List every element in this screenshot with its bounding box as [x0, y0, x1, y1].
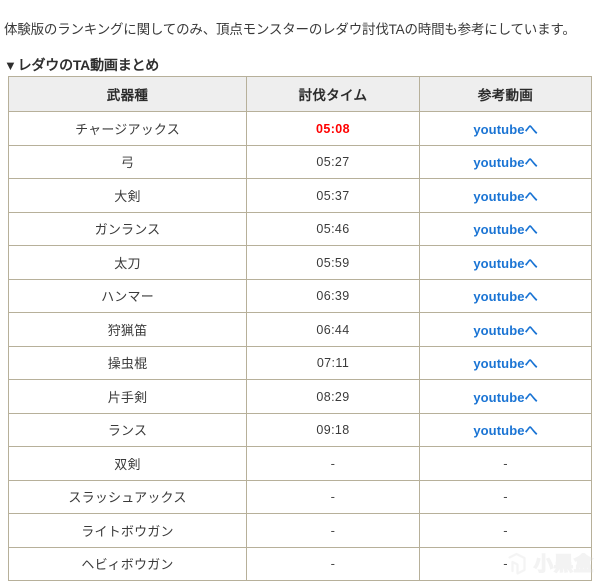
column-header-weapon: 武器種 [8, 76, 247, 112]
cell-video[interactable]: youtubeへ [419, 345, 592, 380]
cell-time: 05:46 [246, 211, 420, 246]
cell-weapon: 片手剣 [8, 379, 247, 414]
cell-time: 05:59 [246, 245, 420, 280]
youtube-link[interactable]: youtubeへ [473, 155, 537, 170]
page-root: 体験版のランキングに関してのみ、頂点モンスターのレダウ討伐TAの時間も参考にして… [0, 0, 600, 583]
table-row: 片手剣 08:29 youtubeへ [8, 379, 592, 414]
video-placeholder: - [503, 556, 508, 572]
table-row: 狩猟笛 06:44 youtubeへ [8, 312, 592, 347]
cell-weapon: ハンマー [8, 278, 247, 313]
time-value: - [330, 489, 336, 505]
cell-weapon: スラッシュアックス [8, 479, 247, 514]
cell-video[interactable]: youtubeへ [419, 278, 592, 313]
cell-time: - [246, 446, 420, 481]
column-header-video: 参考動画 [419, 76, 592, 112]
section-heading: ▼ レダウのTA動画まとめ [4, 55, 159, 75]
cell-video[interactable]: youtubeへ [419, 144, 592, 179]
youtube-link[interactable]: youtubeへ [473, 222, 537, 237]
triangle-down-icon: ▼ [4, 57, 17, 73]
cell-video[interactable]: youtubeへ [419, 379, 592, 414]
cell-weapon: ランス [8, 412, 247, 447]
cell-video: - [419, 513, 592, 548]
time-value: - [330, 556, 336, 572]
cell-time: 09:18 [246, 412, 420, 447]
time-value: 05:46 [316, 222, 350, 237]
cell-video: - [419, 546, 592, 581]
cell-video: - [419, 479, 592, 514]
cell-weapon: 大剣 [8, 178, 247, 213]
cell-time: 05:27 [246, 144, 420, 179]
youtube-link[interactable]: youtubeへ [473, 289, 537, 304]
table-header-row: 武器種 討伐タイム 参考動画 [8, 76, 592, 112]
cell-video: - [419, 446, 592, 481]
youtube-link[interactable]: youtubeへ [473, 356, 537, 371]
time-value: - [330, 455, 336, 471]
section-title: レダウのTA動画まとめ [17, 57, 160, 73]
cell-time: 08:29 [246, 379, 420, 414]
cell-time: 05:37 [246, 178, 420, 213]
cell-weapon: 太刀 [8, 245, 247, 280]
cell-weapon: 狩猟笛 [8, 312, 247, 347]
cell-time: 06:44 [246, 312, 420, 347]
ta-table-container: 武器種 討伐タイム 参考動画 チャージアックス 05:08 youtubeへ弓 05:… [8, 76, 592, 581]
cell-video[interactable]: youtubeへ [419, 111, 592, 146]
table-row: スラッシュアックス - - [8, 479, 592, 514]
table-row: ヘビィボウガン - - [8, 546, 592, 581]
table-row: 太刀 05:59 youtubeへ [8, 245, 592, 280]
cell-weapon: 弓 [8, 144, 247, 179]
time-value: 08:29 [316, 389, 350, 404]
table-row: ランス 09:18 youtubeへ [8, 412, 592, 447]
video-placeholder: - [503, 522, 508, 538]
cell-weapon: 双剣 [8, 446, 247, 481]
youtube-link[interactable]: youtubeへ [473, 256, 537, 271]
youtube-link[interactable]: youtubeへ [473, 189, 537, 204]
cell-time: - [246, 513, 420, 548]
cell-video[interactable]: youtubeへ [419, 312, 592, 347]
cell-time: - [246, 546, 420, 581]
table-row: ガンランス 05:46 youtubeへ [8, 211, 592, 246]
cell-video[interactable]: youtubeへ [419, 211, 592, 246]
table-row: 操虫棍 07:11 youtubeへ [8, 345, 592, 380]
cell-weapon: ガンランス [8, 211, 247, 246]
table-body: チャージアックス 05:08 youtubeへ弓 05:27 youtubeへ 大剣 05:… [8, 111, 592, 581]
time-value: - [330, 522, 336, 538]
cell-video[interactable]: youtubeへ [419, 178, 592, 213]
cell-time: 06:39 [246, 278, 420, 313]
video-placeholder: - [503, 489, 508, 505]
video-placeholder: - [503, 455, 508, 471]
time-value: 07:11 [316, 356, 350, 371]
intro-paragraph: 体験版のランキングに関してのみ、頂点モンスターのレダウ討伐TAの時間も参考にして… [4, 21, 576, 37]
cell-time: 07:11 [246, 345, 420, 380]
cell-weapon: 操虫棍 [8, 345, 247, 380]
cell-weapon: ライトボウガン [8, 513, 247, 548]
youtube-link[interactable]: youtubeへ [473, 323, 537, 338]
youtube-link[interactable]: youtubeへ [473, 390, 537, 405]
time-value: 05:59 [316, 255, 350, 270]
best-time-value: 05:08 [316, 121, 350, 136]
time-value: 05:37 [316, 188, 350, 203]
table-row: 大剣 05:37 youtubeへ [8, 178, 592, 213]
table-row: チャージアックス 05:08 youtubeへ [8, 111, 592, 146]
table-row: ライトボウガン - - [8, 513, 592, 548]
cell-weapon: チャージアックス [8, 111, 247, 146]
youtube-link[interactable]: youtubeへ [473, 122, 537, 137]
table-header: 武器種 討伐タイム 参考動画 [8, 76, 592, 112]
table-row: 弓 05:27 youtubeへ [8, 144, 592, 179]
column-header-time: 討伐タイム [246, 76, 420, 112]
cell-weapon: ヘビィボウガン [8, 546, 247, 581]
time-value: 05:27 [316, 155, 350, 170]
ta-summary-table: 武器種 討伐タイム 参考動画 チャージアックス 05:08 youtubeへ弓 05:… [8, 76, 592, 581]
cell-video[interactable]: youtubeへ [419, 245, 592, 280]
table-row: 双剣 - - [8, 446, 592, 481]
youtube-link[interactable]: youtubeへ [473, 423, 537, 438]
cell-time: - [246, 479, 420, 514]
table-row: ハンマー 06:39 youtubeへ [8, 278, 592, 313]
time-value: 06:39 [316, 289, 350, 304]
time-value: 06:44 [316, 322, 350, 337]
time-value: 09:18 [316, 423, 350, 438]
cell-video[interactable]: youtubeへ [419, 412, 592, 447]
cell-time: 05:08 [246, 111, 420, 146]
